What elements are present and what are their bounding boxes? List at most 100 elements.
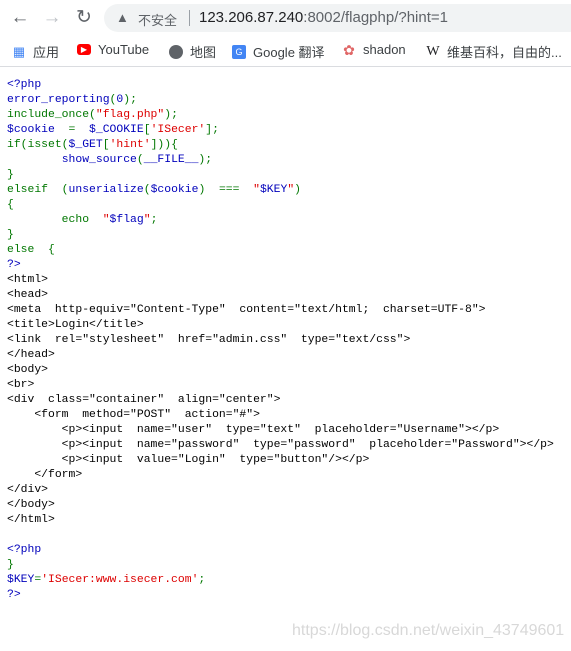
code-token: ])){ bbox=[150, 139, 178, 151]
url-text[interactable]: 123.206.87.240:8002/flagphp/?hint=1 bbox=[199, 9, 448, 26]
code-token: } bbox=[7, 169, 14, 181]
code-line: <html> bbox=[7, 273, 554, 288]
code-token: <meta http-equiv="Content-Type" content=… bbox=[7, 304, 486, 316]
back-arrow-icon[interactable]: ← bbox=[9, 7, 31, 29]
code-token: ) === bbox=[198, 184, 254, 196]
bookmark-maps[interactable]: 地图 bbox=[169, 42, 216, 61]
youtube-icon: ▶ bbox=[77, 44, 91, 55]
bookmark-label: 地图 bbox=[190, 45, 217, 60]
code-token: __FILE__ bbox=[143, 154, 199, 166]
bookmark-label: YouTube bbox=[98, 42, 150, 57]
code-token: [ bbox=[102, 139, 110, 151]
code-line: if(isset($_GET['hint'])){ bbox=[7, 138, 554, 153]
code-token: <p><input name="password" type="password… bbox=[7, 439, 554, 451]
bookmark-label: 应用 bbox=[33, 45, 60, 60]
code-line: </head> bbox=[7, 348, 554, 363]
wikipedia-icon: W bbox=[426, 43, 440, 59]
url-host: 123.206.87.240 bbox=[199, 9, 304, 26]
code-token: ) bbox=[294, 184, 301, 196]
code-token: ( bbox=[136, 154, 144, 166]
divider bbox=[189, 10, 190, 26]
code-line: } bbox=[7, 228, 554, 243]
code-token: </body> bbox=[7, 499, 55, 511]
bookmark-youtube[interactable]: ▶ YouTube bbox=[77, 42, 149, 57]
code-line: { bbox=[7, 198, 554, 213]
code-line: $KEY='ISecer:www.isecer.com'; bbox=[7, 573, 554, 588]
code-line: <link rel="stylesheet" href="admin.css" … bbox=[7, 333, 554, 348]
code-token: ); bbox=[123, 94, 137, 106]
browser-toolbar: ← → ↻ ▲ 不安全 123.206.87.240:8002/flagphp/… bbox=[0, 0, 571, 36]
code-line: } bbox=[7, 168, 554, 183]
code-token: "flag.php" bbox=[95, 109, 165, 121]
security-label[interactable]: 不安全 bbox=[138, 10, 177, 29]
code-token: $_GET bbox=[68, 139, 103, 151]
bookmark-apps[interactable]: ▦ 应用 bbox=[12, 42, 59, 61]
code-line: <p><input value="Login" type="button"/><… bbox=[7, 453, 554, 468]
google-translate-icon: G bbox=[232, 44, 246, 59]
code-token: ?> bbox=[7, 589, 21, 601]
code-token: $_COOKIE bbox=[89, 124, 144, 136]
code-line: <p><input name="password" type="password… bbox=[7, 438, 554, 453]
code-token: <body> bbox=[7, 364, 49, 376]
code-line: <br> bbox=[7, 378, 554, 393]
code-line: elseif (unserialize($cookie) === "$KEY") bbox=[7, 183, 554, 198]
code-token: </html> bbox=[7, 514, 55, 526]
code-token: ( bbox=[143, 184, 151, 196]
code-line: <meta http-equiv="Content-Type" content=… bbox=[7, 303, 554, 318]
code-token: </head> bbox=[7, 349, 55, 361]
code-token: if(isset( bbox=[7, 139, 69, 151]
code-line: error_reporting(0); bbox=[7, 93, 554, 108]
code-token: $cookie bbox=[150, 184, 199, 196]
code-token: <link rel="stylesheet" href="admin.css" … bbox=[7, 334, 411, 346]
code-token: <title>Login</title> bbox=[7, 319, 144, 331]
code-token: 'ISecer:www.isecer.com' bbox=[41, 574, 199, 586]
code-token: } bbox=[7, 559, 14, 571]
bookmark-wikipedia[interactable]: W 维基百科，自由的... bbox=[426, 42, 562, 61]
code-line: echo "$flag"; bbox=[7, 213, 554, 228]
code-line: <form method="POST" action="#"> bbox=[7, 408, 554, 423]
code-line: $cookie = $_COOKIE['ISecer']; bbox=[7, 123, 554, 138]
code-token: <?php bbox=[7, 544, 42, 556]
bookmark-shadon[interactable]: ✿ shadon bbox=[342, 42, 406, 57]
code-line: <?php bbox=[7, 543, 554, 558]
code-token: } bbox=[7, 229, 14, 241]
code-line: else { bbox=[7, 243, 554, 258]
watermark: https://blog.csdn.net/weixin_43749601 bbox=[292, 622, 565, 639]
reload-icon[interactable]: ↻ bbox=[73, 7, 95, 29]
code-line: ?> bbox=[7, 588, 554, 603]
code-token: $flag bbox=[109, 214, 144, 226]
warning-triangle-icon: ▲ bbox=[116, 10, 129, 25]
code-token: = bbox=[68, 124, 90, 136]
code-token: elseif ( bbox=[7, 184, 69, 196]
bookmark-label: 维基百科，自由的... bbox=[447, 45, 562, 60]
code-line: <p><input name="user" type="text" placeh… bbox=[7, 423, 554, 438]
code-line: <body> bbox=[7, 363, 554, 378]
code-token: <form method="POST" action="#"> bbox=[7, 409, 260, 421]
code-token: unserialize bbox=[68, 184, 144, 196]
code-token: error_reporting bbox=[7, 94, 110, 106]
code-token: </form> bbox=[7, 469, 83, 481]
apps-grid-icon: ▦ bbox=[12, 43, 26, 59]
shadon-icon: ✿ bbox=[343, 41, 355, 58]
bookmarks-bar: ▦ 应用 ▶ YouTube 地图 G Google 翻译 ✿ shadon W 维基百科… bbox=[0, 36, 571, 67]
code-line: </body> bbox=[7, 498, 554, 513]
code-token: else { bbox=[7, 244, 55, 256]
code-token: <p><input value="Login" type="button"/><… bbox=[7, 454, 370, 466]
code-token: $KEY bbox=[7, 574, 35, 586]
code-token: <?php bbox=[7, 79, 42, 91]
code-token: $cookie bbox=[7, 124, 69, 136]
code-token: <head> bbox=[7, 289, 49, 301]
address-bar[interactable]: ▲ 不安全 123.206.87.240:8002/flagphp/?hint=… bbox=[104, 4, 571, 32]
bookmark-google-translate[interactable]: G Google 翻译 bbox=[232, 42, 325, 61]
url-path: :8002/flagphp/?hint=1 bbox=[303, 9, 448, 26]
code-token: <p><input name="user" type="text" placeh… bbox=[7, 424, 500, 436]
code-token: include_once( bbox=[7, 109, 96, 121]
bookmark-label: shadon bbox=[363, 42, 406, 57]
code-token: <br> bbox=[7, 379, 35, 391]
code-token: ]; bbox=[205, 124, 219, 136]
code-token: ); bbox=[198, 154, 213, 166]
forward-arrow-icon[interactable]: → bbox=[41, 7, 63, 29]
globe-icon bbox=[169, 44, 183, 59]
